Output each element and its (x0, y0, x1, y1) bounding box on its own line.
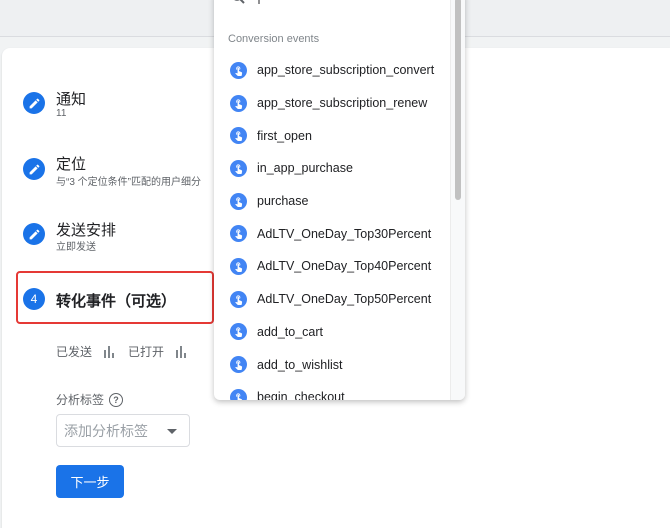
event-option[interactable]: begin_checkout (214, 381, 454, 400)
analytics-label: 分析标签 ? (56, 391, 124, 408)
opened-label: 已打开 (128, 345, 165, 359)
event-option[interactable]: AdLTV_OneDay_Top40Percent (214, 250, 454, 283)
analytics-tag-select[interactable]: 添加分析标签 (56, 414, 190, 447)
event-option[interactable]: add_to_wishlist (214, 348, 454, 381)
sent-label: 已发送 (56, 345, 93, 359)
event-option[interactable]: app_store_subscription_renew (214, 87, 454, 120)
bar-chart-icon (102, 345, 118, 358)
scrollbar[interactable] (450, 0, 465, 400)
help-icon[interactable]: ? (109, 392, 124, 407)
touch-icon (230, 192, 247, 210)
touch-icon (230, 290, 247, 308)
touch-icon (230, 61, 247, 79)
pencil-icon (23, 92, 45, 114)
touch-icon (230, 127, 247, 145)
event-option[interactable]: AdLTV_OneDay_Top30Percent (214, 217, 454, 250)
pencil-icon (23, 158, 45, 180)
step-title: 通知 (56, 91, 87, 108)
step-subtitle: 与“3 个定位条件”匹配的用户细分 (56, 177, 201, 188)
touch-icon (230, 356, 247, 374)
caret-down-icon (167, 429, 177, 434)
step-title: 发送安排 (56, 222, 117, 239)
bar-chart-icon (174, 345, 190, 358)
event-option[interactable]: in_app_purchase (214, 152, 454, 185)
search-icon (232, 0, 272, 8)
event-list: app_store_subscription_convert app_store… (214, 54, 454, 400)
section-header: Conversion events (228, 33, 320, 45)
pencil-icon (23, 223, 45, 245)
event-option[interactable]: app_store_subscription_convert (214, 54, 454, 87)
analytics-tag-placeholder: 添加分析标签 (64, 422, 148, 439)
analytics-label-text: 分析标签 (56, 393, 105, 407)
event-option[interactable]: first_open (214, 119, 454, 152)
step-subtitle: 立即发送 (56, 242, 96, 253)
next-button[interactable]: 下一步 (56, 465, 124, 498)
touch-icon (230, 159, 247, 177)
touch-icon (230, 388, 247, 400)
stats-row: 已发送 已打开 (56, 343, 200, 360)
event-option[interactable]: AdLTV_OneDay_Top50Percent (214, 283, 454, 316)
event-option[interactable]: purchase (214, 185, 454, 218)
touch-icon (230, 94, 247, 112)
touch-icon (230, 323, 247, 341)
event-option[interactable]: add_to_cart (214, 316, 454, 349)
scrollbar-thumb[interactable] (455, 0, 461, 200)
highlight-box (16, 271, 214, 324)
touch-icon (230, 225, 247, 243)
step-title: 定位 (56, 156, 87, 173)
conversion-events-dropdown[interactable]: Conversion events app_store_subscription… (214, 0, 465, 400)
step-subtitle: 11 (56, 108, 67, 119)
touch-icon (230, 257, 247, 275)
